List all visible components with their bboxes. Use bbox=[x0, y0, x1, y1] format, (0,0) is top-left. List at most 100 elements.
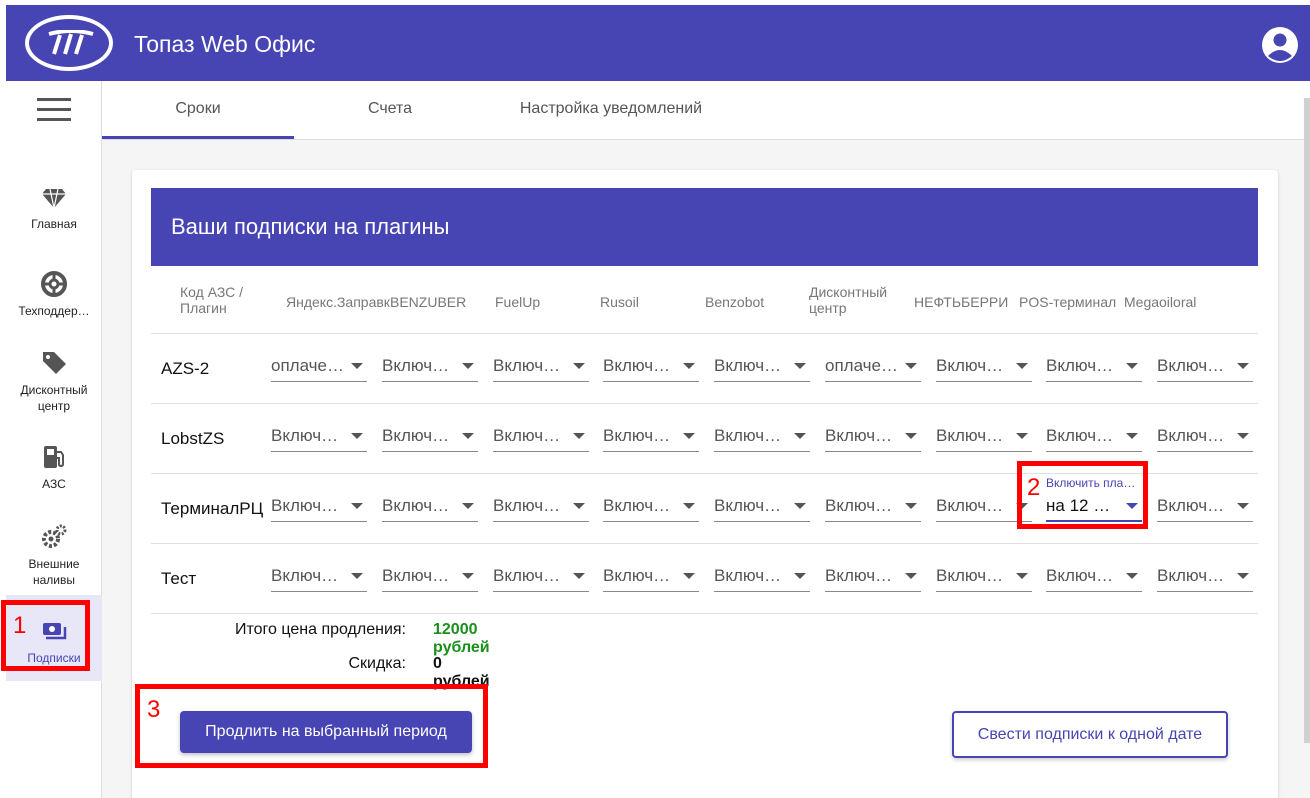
sidebar-item-label: Главная bbox=[31, 217, 77, 231]
plugin-select[interactable]: Включ… bbox=[714, 422, 810, 452]
plugin-select[interactable]: Включ… bbox=[493, 422, 589, 452]
plugin-select[interactable]: Включ… bbox=[825, 492, 921, 522]
plugin-select[interactable]: Включ… bbox=[603, 562, 699, 592]
dropdown-arrow-icon bbox=[351, 573, 363, 579]
annotation-box-3 bbox=[135, 684, 488, 768]
plugin-select[interactable]: Включ… bbox=[271, 422, 367, 452]
dropdown-arrow-icon bbox=[351, 433, 363, 439]
sidebar-item-home[interactable]: Главная bbox=[6, 183, 102, 232]
station-code: ТерминалРЦ bbox=[161, 499, 264, 518]
plugin-select[interactable]: Включ… bbox=[825, 422, 921, 452]
plugin-select[interactable]: Включ… bbox=[714, 492, 810, 522]
plugin-select[interactable]: Включ… bbox=[1046, 422, 1142, 452]
plugin-select[interactable]: Включ… bbox=[1157, 492, 1253, 522]
sidebar-item-external-fills[interactable]: Внешние наливы bbox=[6, 523, 102, 588]
dropdown-arrow-icon bbox=[462, 573, 474, 579]
dropdown-arrow-icon bbox=[905, 433, 917, 439]
topaz-logo-icon[interactable] bbox=[25, 15, 113, 71]
column-header: Rusoil bbox=[600, 294, 639, 310]
sidebar-item-label: АЗС bbox=[42, 477, 66, 491]
account-circle-icon[interactable] bbox=[1261, 26, 1299, 64]
tab-bar: Сроки Счета Настройка уведомлений bbox=[102, 81, 1310, 140]
tab-terms[interactable]: Сроки bbox=[102, 81, 294, 139]
sidebar-item-label: Дисконтный центр bbox=[20, 383, 88, 413]
dropdown-arrow-icon bbox=[1126, 433, 1138, 439]
dropdown-arrow-icon bbox=[573, 433, 585, 439]
dropdown-arrow-icon bbox=[794, 433, 806, 439]
plugin-select[interactable]: Включ… bbox=[1157, 562, 1253, 592]
sidebar-item-stations[interactable]: АЗС bbox=[6, 443, 102, 492]
app-header: Топаз Web Офис bbox=[6, 5, 1310, 81]
column-header: Дисконтный центр bbox=[809, 284, 888, 316]
table-header-row: Код АЗС / Плагин Яндекс.Заправк BENZUBER… bbox=[151, 266, 1258, 334]
plugin-select[interactable]: Включ… bbox=[936, 422, 1032, 452]
column-header: FuelUp bbox=[495, 294, 541, 310]
fuel-pump-icon bbox=[6, 443, 102, 471]
plugin-select[interactable]: Включ… bbox=[1046, 352, 1142, 382]
dropdown-arrow-icon bbox=[683, 503, 695, 509]
plugin-select[interactable]: Включ… bbox=[603, 492, 699, 522]
subscriptions-table: Код АЗС / Плагин Яндекс.Заправк BENZUBER… bbox=[151, 266, 1258, 614]
plugin-select[interactable]: Включ… bbox=[1157, 422, 1253, 452]
plugin-select[interactable]: Включ… bbox=[1046, 562, 1142, 592]
plugin-select[interactable]: Включ… bbox=[382, 492, 478, 522]
plugin-select[interactable]: Включ… bbox=[936, 352, 1032, 382]
plugin-select[interactable]: Включ… bbox=[493, 352, 589, 382]
plugin-select[interactable]: Включ… bbox=[936, 562, 1032, 592]
app-title: Топаз Web Офис bbox=[134, 31, 316, 57]
dropdown-arrow-icon bbox=[683, 363, 695, 369]
plugin-select[interactable]: Включ… bbox=[382, 352, 478, 382]
plugin-select[interactable]: Включ… bbox=[1157, 352, 1253, 382]
diamond-icon bbox=[6, 183, 102, 211]
dropdown-arrow-icon bbox=[1016, 433, 1028, 439]
dropdown-arrow-icon bbox=[462, 433, 474, 439]
gears-icon bbox=[6, 523, 102, 551]
plugin-select[interactable]: Включ… bbox=[493, 562, 589, 592]
dropdown-arrow-icon bbox=[573, 573, 585, 579]
dropdown-arrow-icon bbox=[683, 573, 695, 579]
annotation-number-2: 2 bbox=[1027, 474, 1041, 501]
dropdown-arrow-icon bbox=[1016, 573, 1028, 579]
dropdown-arrow-icon bbox=[905, 503, 917, 509]
tab-notification-settings[interactable]: Настройка уведомлений bbox=[486, 81, 736, 139]
column-header: НЕФТЬБЕРРИ bbox=[914, 294, 1009, 310]
sidebar-item-discount-center[interactable]: Дисконтный центр bbox=[6, 349, 102, 414]
vertical-scrollbar[interactable] bbox=[1304, 98, 1310, 743]
sidebar-item-support[interactable]: Техподдер… bbox=[6, 270, 102, 319]
station-code: LobstZS bbox=[161, 429, 225, 448]
dropdown-arrow-icon bbox=[573, 503, 585, 509]
plugin-select[interactable]: оплаче… bbox=[271, 352, 367, 382]
align-subscriptions-button[interactable]: Свести подписки к одной дате bbox=[952, 711, 1228, 758]
plugin-select[interactable]: Включ… bbox=[271, 492, 367, 522]
plugin-select[interactable]: Включ… bbox=[603, 422, 699, 452]
plugin-select[interactable]: Включ… bbox=[603, 352, 699, 382]
sidebar-item-label: Техподдер… bbox=[18, 304, 90, 318]
sidebar-item-label: Внешние наливы bbox=[28, 557, 80, 587]
sidebar: Главная Техподдер… Дисконтный центр АЗС bbox=[6, 81, 102, 798]
tag-icon bbox=[6, 349, 102, 377]
card-title: Ваши подписки на плагины bbox=[151, 188, 1258, 266]
plugin-select[interactable]: Включ… bbox=[271, 562, 367, 592]
dropdown-arrow-icon bbox=[794, 363, 806, 369]
total-price-label: Итого цена продления: bbox=[235, 621, 406, 638]
plugin-select[interactable]: Включ… bbox=[825, 562, 921, 592]
dropdown-arrow-icon bbox=[1237, 433, 1249, 439]
dropdown-arrow-icon bbox=[1126, 573, 1138, 579]
plugin-select[interactable]: Включ… bbox=[382, 422, 478, 452]
tab-invoices[interactable]: Счета bbox=[294, 81, 486, 139]
column-header: Яндекс.Заправк bbox=[286, 294, 390, 310]
column-header: Megaoiloral bbox=[1124, 294, 1197, 310]
plugin-select[interactable]: оплаче… bbox=[825, 352, 921, 382]
hamburger-menu-icon[interactable] bbox=[37, 98, 71, 122]
plugin-select[interactable]: Включ… bbox=[493, 492, 589, 522]
dropdown-arrow-icon bbox=[1237, 363, 1249, 369]
plugin-select[interactable]: Включ… bbox=[714, 352, 810, 382]
dropdown-arrow-icon bbox=[905, 363, 917, 369]
table-row: AZS-2 оплаче… Включ… Включ… Включ… Включ… bbox=[151, 334, 1258, 404]
discount-label: Скидка: bbox=[348, 655, 406, 672]
dropdown-arrow-icon bbox=[462, 503, 474, 509]
dropdown-arrow-icon bbox=[462, 363, 474, 369]
dropdown-arrow-icon bbox=[351, 363, 363, 369]
plugin-select[interactable]: Включ… bbox=[382, 562, 478, 592]
plugin-select[interactable]: Включ… bbox=[714, 562, 810, 592]
